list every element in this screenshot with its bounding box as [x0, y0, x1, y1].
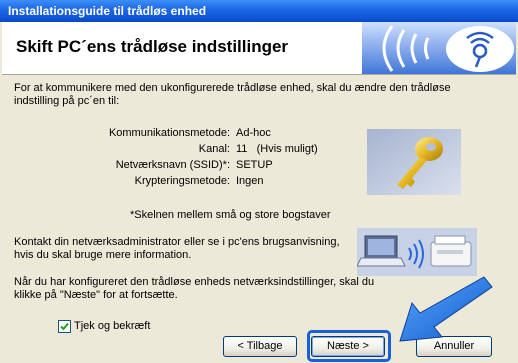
pointer-arrow-icon: [399, 276, 493, 342]
page-title: Skift PC´ens trådløse indstillinger: [16, 37, 289, 56]
setting-value: Ad-hoc: [236, 127, 271, 139]
setting-value: 11 (Hvis muligt): [236, 143, 318, 155]
contact-text: Kontakt din netværksadministrator eller …: [14, 236, 340, 261]
confirm-checkbox-label[interactable]: Tjek og bekræft: [74, 319, 150, 333]
setting-label: Kommunikationsmetode:: [108, 127, 230, 139]
back-button[interactable]: < Tilbage: [223, 336, 297, 357]
setting-label: Netværksnavn (SSID)*:: [115, 159, 230, 171]
installer-window: Installationsguide til trådløs enhed Ski…: [0, 0, 518, 363]
finish-instructions: Når du har konfigureret den trådløse enh…: [14, 276, 375, 301]
window-title: Installationsguide til trådløs enhed: [0, 0, 518, 22]
intro-text: For at kommunikere med den ukonfigurered…: [14, 82, 451, 107]
key-icon: [367, 129, 461, 195]
wireless-logo-icon: [362, 22, 516, 74]
laptop-printer-icon: [357, 228, 477, 276]
confirm-checkbox[interactable]: [58, 320, 71, 333]
setting-value: Ingen: [236, 175, 264, 187]
checkmark-icon: [60, 322, 69, 331]
setting-label: Krypteringsmetode:: [134, 175, 230, 187]
next-button[interactable]: Næste >: [311, 336, 385, 357]
header-banner: Skift PC´ens trådløse indstillinger: [2, 22, 516, 75]
setting-label: Kanal:: [198, 143, 230, 155]
setting-value: SETUP: [236, 159, 273, 171]
case-sensitivity-note: *Skelnen mellem små og store bogstaver: [130, 209, 331, 221]
wizard-content: For at kommunikere med den ukonfigurered…: [2, 76, 516, 362]
